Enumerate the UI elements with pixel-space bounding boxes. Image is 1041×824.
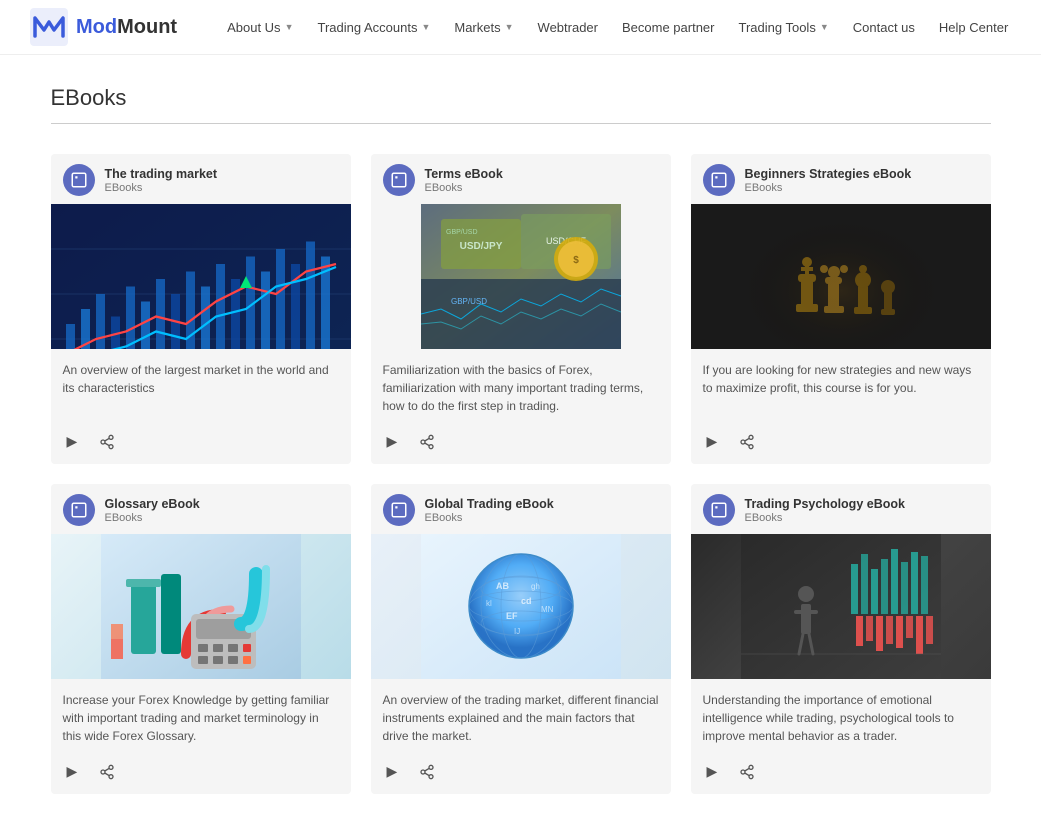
card-header: Global Trading eBook EBooks: [371, 484, 671, 534]
svg-text:MN: MN: [541, 605, 554, 614]
page-title: EBooks: [51, 85, 991, 111]
card-footer: ▶: [371, 423, 671, 464]
nav-trading-accounts[interactable]: Trading Accounts▼: [307, 14, 440, 41]
card-icon: [703, 164, 735, 196]
card-title: The trading market: [105, 166, 218, 182]
card-description: An overview of the largest market in the…: [63, 361, 339, 397]
card-category: EBooks: [105, 512, 200, 524]
header: ModMount About Us▼ Trading Accounts▼ Mar…: [0, 0, 1041, 55]
cards-grid: The trading market EBooks: [51, 154, 991, 794]
card-header: Terms eBook EBooks: [371, 154, 671, 204]
card-icon: [63, 494, 95, 526]
card-glossary-ebook: Glossary eBook EBooks: [51, 484, 351, 794]
card-description: An overview of the trading market, diffe…: [383, 691, 659, 745]
svg-text:GBP/USD: GBP/USD: [446, 229, 478, 236]
play-button[interactable]: ▶: [63, 431, 82, 452]
card-header: Trading Psychology eBook EBooks: [691, 484, 991, 534]
share-button[interactable]: [735, 762, 759, 782]
card-icon: [383, 494, 415, 526]
card-title: Trading Psychology eBook: [745, 496, 905, 512]
card-category: EBooks: [745, 512, 905, 524]
main-nav: About Us▼ Trading Accounts▼ Markets▼ Web…: [217, 14, 1018, 41]
svg-text:$: $: [573, 255, 579, 266]
share-button[interactable]: [415, 762, 439, 782]
share-button[interactable]: [415, 432, 439, 452]
chevron-down-icon: ▼: [505, 22, 514, 32]
card-terms-ebook: Terms eBook EBooks: [371, 154, 671, 464]
card-title: Beginners Strategies eBook: [745, 166, 912, 182]
svg-text:gh: gh: [531, 582, 540, 591]
nav-contact-us[interactable]: Contact us: [843, 14, 925, 41]
card-body: An overview of the trading market, diffe…: [371, 679, 671, 753]
play-button[interactable]: ▶: [383, 431, 402, 452]
card-body: Familiarization with the basics of Forex…: [371, 349, 671, 423]
card-footer: ▶: [691, 753, 991, 794]
svg-text:AB: AB: [496, 581, 509, 591]
card-footer: ▶: [51, 753, 351, 794]
share-button[interactable]: [735, 432, 759, 452]
card-category: EBooks: [425, 512, 554, 524]
card-header: Beginners Strategies eBook EBooks: [691, 154, 991, 204]
chevron-down-icon: ▼: [285, 22, 294, 32]
logo-text: ModMount: [76, 16, 177, 39]
card-icon: [383, 164, 415, 196]
share-button[interactable]: [95, 762, 119, 782]
card-image-global: AB cd EF gh IJ kl MN: [371, 534, 671, 679]
chevron-down-icon: ▼: [421, 22, 430, 32]
card-icon: [703, 494, 735, 526]
card-header: The trading market EBooks: [51, 154, 351, 204]
card-trading-psychology: Trading Psychology eBook EBooks: [691, 484, 991, 794]
nav-help-center[interactable]: Help Center: [929, 14, 1018, 41]
card-global-trading: Global Trading eBook EBooks: [371, 484, 671, 794]
card-description: Familiarization with the basics of Forex…: [383, 361, 659, 415]
card-body: Increase your Forex Knowledge by getting…: [51, 679, 351, 753]
card-footer: ▶: [51, 423, 351, 464]
card-footer: ▶: [691, 423, 991, 464]
nav-become-partner[interactable]: Become partner: [612, 14, 725, 41]
play-button[interactable]: ▶: [703, 761, 722, 782]
card-description: If you are looking for new strategies an…: [703, 361, 979, 397]
card-title: Glossary eBook: [105, 496, 200, 512]
card-header: Glossary eBook EBooks: [51, 484, 351, 534]
share-button[interactable]: [95, 432, 119, 452]
nav-markets[interactable]: Markets▼: [444, 14, 523, 41]
nav-about-us[interactable]: About Us▼: [217, 14, 303, 41]
card-beginners-strategies: Beginners Strategies eBook EBooks: [691, 154, 991, 464]
card-category: EBooks: [745, 182, 912, 194]
card-image-trading-market: 1364.88: [51, 204, 351, 349]
svg-text:IJ: IJ: [514, 627, 520, 636]
page-content: EBooks The trading market EBooks: [31, 55, 1011, 824]
card-image-chess: [691, 204, 991, 349]
card-image-terms: USD/JPY GBP/USD USD/CHF GBP/USD $: [371, 204, 671, 349]
svg-text:kl: kl: [486, 599, 492, 608]
chevron-down-icon: ▼: [820, 22, 829, 32]
card-title: Terms eBook: [425, 166, 503, 182]
card-footer: ▶: [371, 753, 671, 794]
svg-text:USD/JPY: USD/JPY: [459, 241, 502, 252]
card-description: Increase your Forex Knowledge by getting…: [63, 691, 339, 745]
card-image-glossary: [51, 534, 351, 679]
logo[interactable]: ModMount: [30, 8, 177, 46]
card-category: EBooks: [105, 182, 218, 194]
card-icon: [63, 164, 95, 196]
nav-webtrader[interactable]: Webtrader: [528, 14, 608, 41]
play-button[interactable]: ▶: [63, 761, 82, 782]
page-divider: [51, 123, 991, 124]
nav-trading-tools[interactable]: Trading Tools▼: [729, 14, 839, 41]
card-body: Understanding the importance of emotiona…: [691, 679, 991, 753]
svg-text:EF: EF: [506, 611, 518, 621]
play-button[interactable]: ▶: [703, 431, 722, 452]
card-category: EBooks: [425, 182, 503, 194]
card-title: Global Trading eBook: [425, 496, 554, 512]
card-body: An overview of the largest market in the…: [51, 349, 351, 423]
play-button[interactable]: ▶: [383, 761, 402, 782]
card-body: If you are looking for new strategies an…: [691, 349, 991, 423]
card-description: Understanding the importance of emotiona…: [703, 691, 979, 745]
card-image-psychology: [691, 534, 991, 679]
card-trading-market: The trading market EBooks: [51, 154, 351, 464]
svg-text:cd: cd: [521, 596, 532, 606]
